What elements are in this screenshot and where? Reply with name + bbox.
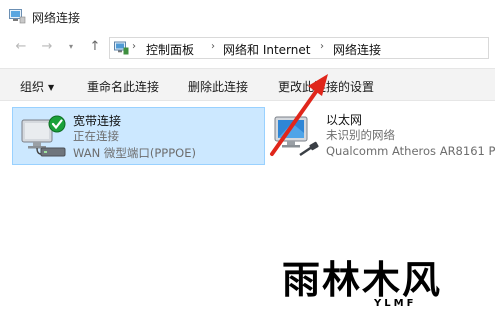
breadcrumb-separator: › <box>132 41 136 52</box>
recent-locations-chevron-icon[interactable]: ▾ <box>64 40 78 54</box>
title-bar: 网络连接 <box>0 0 495 34</box>
control-panel-icon <box>114 41 129 55</box>
breadcrumb-network-connections[interactable]: 网络连接 <box>333 41 381 58</box>
connection-device: WAN 微型端口(PPPOE) <box>73 146 196 160</box>
command-bar: 组织 ▼ 重命名此连接 删除此连接 更改此连接的设置 <box>0 68 495 101</box>
breadcrumb-separator: › <box>211 41 215 52</box>
breadcrumb-separator: › <box>320 41 324 52</box>
navigation-row: ← → ▾ ↑ › 控制面板 › 网络和 Internet › 网络连接 <box>0 34 495 62</box>
delete-connection-button[interactable]: 删除此连接 <box>188 78 248 95</box>
watermark-subtext: YLMF <box>374 298 417 309</box>
ethernet-icon <box>274 116 319 157</box>
connections-list: 宽带连接 正在连接 WAN 微型端口(PPPOE) 以太网 未识别的网络 Qua… <box>0 74 495 315</box>
connection-tile-ethernet[interactable]: 以太网 未识别的网络 Qualcomm Atheros AR8161 PCI-E <box>268 107 495 165</box>
forward-arrow-icon[interactable]: → <box>40 40 54 54</box>
up-arrow-icon[interactable]: ↑ <box>88 40 102 54</box>
address-bar[interactable]: › 控制面板 › 网络和 Internet › 网络连接 <box>109 37 489 59</box>
connection-name: 宽带连接 <box>73 114 122 128</box>
connection-device: Qualcomm Atheros AR8161 PCI-E <box>326 144 495 158</box>
watermark-text: 雨林木风 <box>282 257 443 302</box>
organize-label: 组织 <box>20 80 45 94</box>
connection-name: 以太网 <box>326 113 363 127</box>
broadband-connected-icon <box>21 115 66 157</box>
breadcrumb-control-panel[interactable]: 控制面板 <box>146 41 194 58</box>
connection-status: 未识别的网络 <box>326 128 395 142</box>
connection-status: 正在连接 <box>73 129 119 143</box>
window-title: 网络连接 <box>32 11 81 25</box>
back-arrow-icon[interactable]: ← <box>14 40 28 54</box>
connection-tile-broadband[interactable]: 宽带连接 正在连接 WAN 微型端口(PPPOE) <box>12 107 265 165</box>
rename-connection-button[interactable]: 重命名此连接 <box>87 78 159 95</box>
watermark-logo: 雨林木风 YLMF <box>282 258 495 315</box>
change-connection-settings-button[interactable]: 更改此连接的设置 <box>278 78 374 95</box>
organize-button[interactable]: 组织 ▼ <box>20 78 54 95</box>
caret-down-icon: ▼ <box>48 83 55 92</box>
breadcrumb-network-and-internet[interactable]: 网络和 Internet <box>223 41 310 58</box>
network-connections-icon <box>9 9 26 24</box>
